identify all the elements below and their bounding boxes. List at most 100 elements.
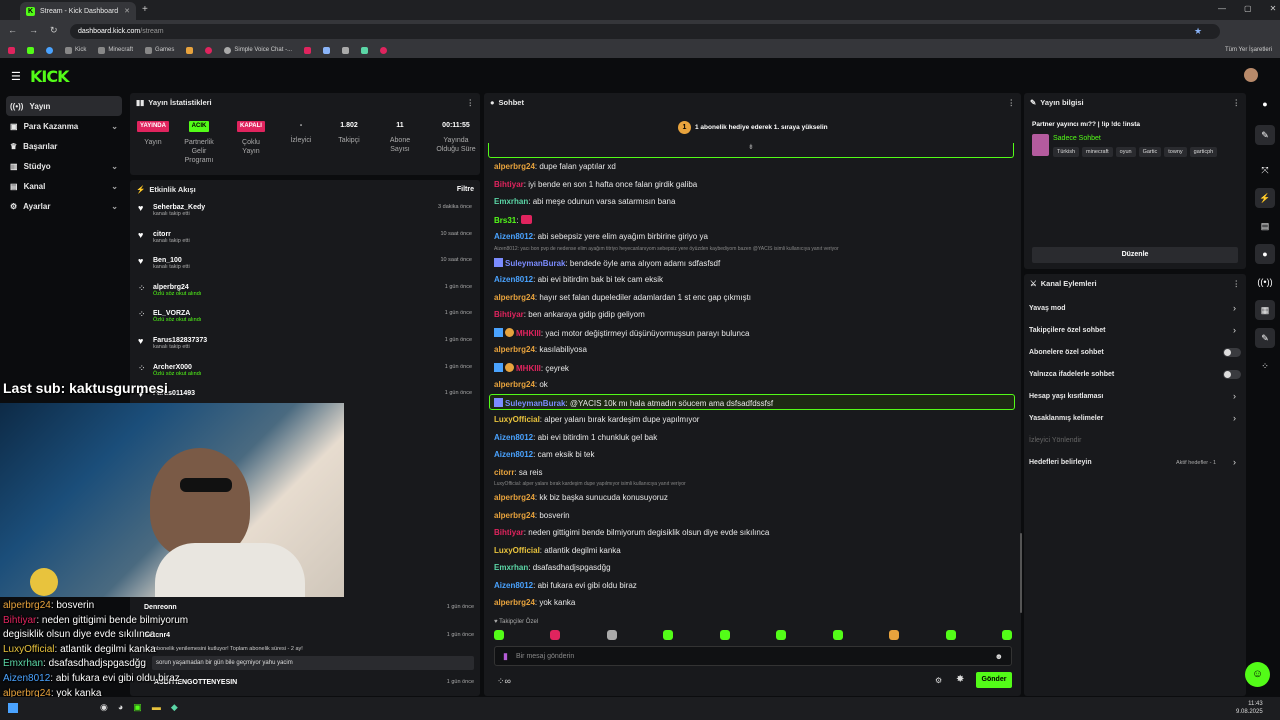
sidebar-item-yayin[interactable]: ((•)) Yayın xyxy=(6,96,122,116)
close-tab-icon[interactable]: ✕ xyxy=(124,7,130,15)
close-window-icon[interactable]: ✕ xyxy=(1270,4,1277,13)
chevron-right-icon[interactable]: › xyxy=(1233,325,1236,335)
chat-username[interactable]: Bihtiyar xyxy=(494,180,524,189)
forward-icon[interactable]: → xyxy=(29,25,38,36)
chat-username[interactable]: Bihtiyar xyxy=(494,528,524,537)
channel-action-item[interactable]: Yasaklanmış kelimeler xyxy=(1029,415,1103,422)
emote-icon[interactable] xyxy=(945,630,956,640)
more-icon[interactable]: ⋮ xyxy=(1233,279,1241,288)
points-icon[interactable]: ⁘∞ xyxy=(497,676,511,687)
broadcast-icon[interactable]: ((•)) xyxy=(1255,272,1275,292)
expand-icon[interactable]: ⤧ xyxy=(1255,160,1275,180)
avatar[interactable] xyxy=(1244,68,1258,82)
channel-action-item[interactable]: Takipçilere özel sohbet xyxy=(1029,327,1106,334)
tag-chip[interactable]: towny xyxy=(1164,147,1187,157)
stats-icon[interactable]: ▦ xyxy=(1255,300,1275,320)
chevron-right-icon[interactable]: › xyxy=(1233,413,1236,423)
emote-icon[interactable] xyxy=(550,630,561,640)
bookmark-icon[interactable] xyxy=(342,46,350,54)
emote-icon[interactable] xyxy=(719,630,730,640)
new-tab-icon[interactable]: + xyxy=(142,4,148,15)
chat-username[interactable]: Aizen8012 xyxy=(494,275,533,284)
chat-username[interactable]: MHKIII xyxy=(516,329,541,338)
tag-chip[interactable]: Türkish xyxy=(1053,147,1080,157)
bookmark-games[interactable]: Games xyxy=(145,46,174,54)
bookmark-icon[interactable] xyxy=(304,46,312,54)
chat-username[interactable]: alperbrg24 xyxy=(494,293,535,302)
emote-icon[interactable] xyxy=(606,630,617,640)
chat-scrollbar[interactable] xyxy=(1020,533,1022,613)
wrench-icon[interactable]: ✎ xyxy=(1255,328,1275,348)
chat-username[interactable]: citorr xyxy=(494,468,514,477)
chat-username[interactable]: SuleymanBurak xyxy=(505,399,565,408)
edit-icon[interactable]: ✎ xyxy=(1255,125,1275,145)
bookmark-icon[interactable] xyxy=(323,46,331,54)
tag-chip[interactable]: Gartic xyxy=(1138,147,1162,157)
info-icon[interactable]: ● xyxy=(1255,94,1275,114)
emote-icon[interactable] xyxy=(776,630,787,640)
discord-icon[interactable]: ◕ xyxy=(118,702,123,713)
kick-logo[interactable]: KICK xyxy=(30,67,69,86)
chat-icon[interactable]: ● xyxy=(1255,244,1275,264)
sidebar-item-ayarlar[interactable]: ⚙ Ayarlar ⌄ xyxy=(0,196,128,216)
emote-icon[interactable] xyxy=(1001,630,1012,640)
folder-icon[interactable]: ▬ xyxy=(152,702,161,713)
bookmark-voice-chat[interactable]: Simple Voice Chat -... xyxy=(224,46,292,54)
more-icon[interactable]: ⋮ xyxy=(467,98,475,107)
emote-icon[interactable] xyxy=(889,630,900,640)
chat-username[interactable]: MHKIII xyxy=(516,364,541,373)
chat-username[interactable]: Aizen8012 xyxy=(494,450,533,459)
bookmark-icon[interactable] xyxy=(361,46,369,54)
more-icon[interactable]: ⋮ xyxy=(1008,98,1016,107)
app-icon[interactable]: ◆ xyxy=(171,702,178,713)
tag-chip[interactable]: oyun xyxy=(1115,147,1136,157)
tag-chip[interactable]: minecraft xyxy=(1082,147,1113,157)
bookmark-icon[interactable] xyxy=(46,46,53,54)
channel-action-item[interactable]: Hedefleri belirleyin xyxy=(1029,459,1092,466)
back-icon[interactable]: ← xyxy=(8,25,17,36)
chat-username[interactable]: SuleymanBurak xyxy=(505,259,565,268)
chat-username[interactable]: alperbrg24 xyxy=(494,511,535,520)
chat-username[interactable]: Brs31 xyxy=(494,216,516,225)
bookmark-icon[interactable] xyxy=(8,46,15,54)
category-name[interactable]: Sadece Sohbet xyxy=(1053,135,1101,142)
bookmark-kick[interactable]: Kick xyxy=(65,46,86,54)
channel-action-item[interactable]: Abonelere özel sohbet xyxy=(1029,349,1104,356)
chat-username[interactable]: alperbrg24 xyxy=(494,598,535,607)
bookmark-icon[interactable] xyxy=(186,46,194,54)
more-icon[interactable]: ⋮ xyxy=(1233,98,1241,107)
chrome-icon[interactable]: ◉ xyxy=(100,702,108,713)
chat-username[interactable]: alperbrg24 xyxy=(494,493,535,502)
gift-icon[interactable]: ✸ xyxy=(956,674,964,685)
chevron-right-icon[interactable]: › xyxy=(1233,391,1236,401)
chevron-right-icon[interactable]: › xyxy=(1233,303,1236,313)
bookmark-icon[interactable] xyxy=(27,46,34,54)
sidebar-item-kanal[interactable]: ▤ Kanal ⌄ xyxy=(0,176,128,196)
chat-username[interactable]: Aizen8012 xyxy=(494,433,533,442)
reload-icon[interactable]: ↻ xyxy=(50,25,58,36)
chat-username[interactable]: alperbrg24 xyxy=(494,345,535,354)
tag-chip[interactable]: garticph xyxy=(1189,147,1218,157)
settings-icon[interactable]: ⚙ xyxy=(935,676,942,685)
community-icon[interactable]: ⁘ xyxy=(1255,356,1275,376)
emote-icon[interactable] xyxy=(663,630,674,640)
chat-username[interactable]: Emxrhan xyxy=(494,563,528,572)
sidebar-item-studyo[interactable]: ▥ Stüdyo ⌄ xyxy=(0,156,128,176)
url-field[interactable]: dashboard.kick.com/stream xyxy=(70,24,1220,39)
emote-icon[interactable] xyxy=(494,630,504,640)
chat-username[interactable]: Emxrhan xyxy=(494,197,528,206)
chat-username[interactable]: Aizen8012 xyxy=(494,232,533,241)
bookmark-minecraft[interactable]: Minecraft xyxy=(98,46,133,54)
maximize-icon[interactable]: ▢ xyxy=(1244,4,1252,13)
all-bookmarks[interactable]: Tüm Yer İşaretleri xyxy=(1225,47,1272,53)
chat-username[interactable]: LuxyOfficial xyxy=(494,415,540,424)
lightning-icon[interactable]: ⚡ xyxy=(1255,188,1275,208)
channel-action-item[interactable]: Yavaş mod xyxy=(1029,305,1066,312)
sidebar-item-para-kazanma[interactable]: ▣ Para Kazanma ⌄ xyxy=(0,116,128,136)
edit-button[interactable]: Düzenle xyxy=(1032,247,1238,263)
chat-username[interactable]: alperbrg24 xyxy=(494,162,535,171)
toggle-switch[interactable] xyxy=(1223,370,1241,379)
emote-icon[interactable] xyxy=(832,630,843,640)
sidebar-item-basarilar[interactable]: ♛ Başarılar xyxy=(0,136,128,156)
chat-username[interactable]: Bihtiyar xyxy=(494,310,524,319)
